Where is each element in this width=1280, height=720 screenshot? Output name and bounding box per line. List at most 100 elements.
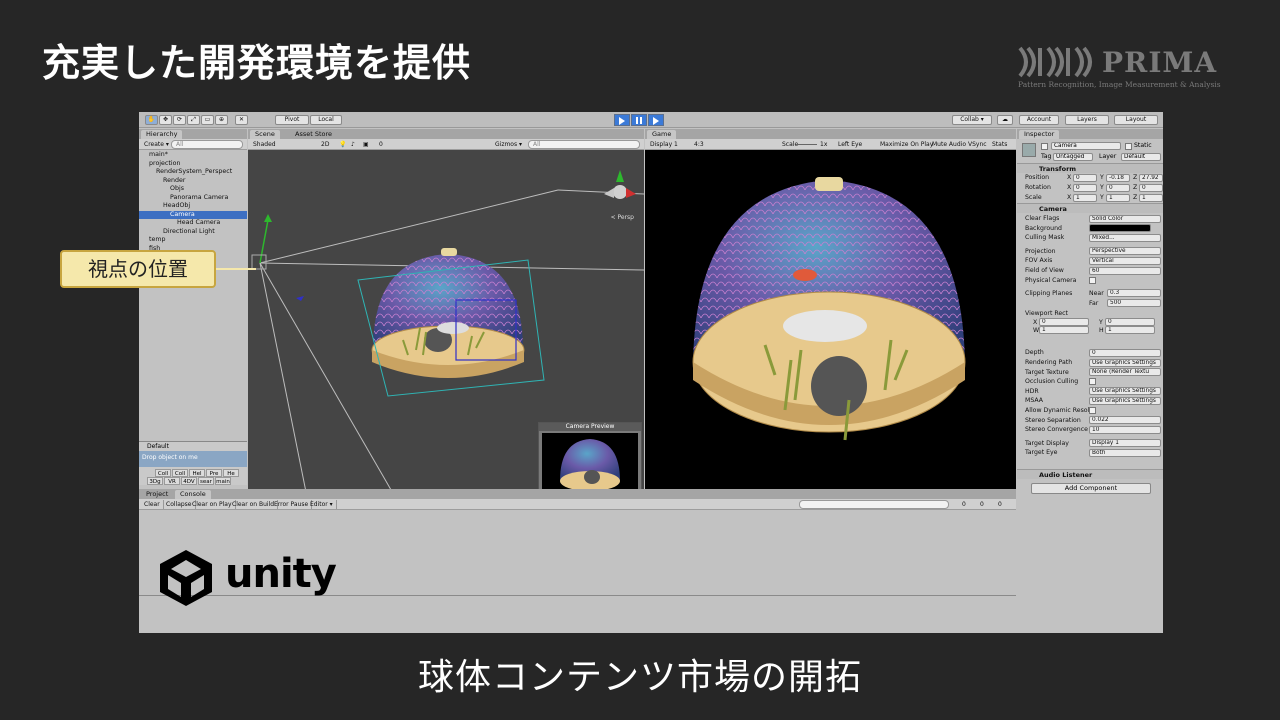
transform-x-field[interactable]: 0	[1073, 183, 1097, 192]
mute-audio-toggle[interactable]: Mute Audio	[929, 140, 969, 149]
layout-preset-button[interactable]: 4DV	[181, 477, 197, 485]
viewport-x-field[interactable]: 0	[1039, 317, 1089, 326]
aspect-dropdown[interactable]: 4:3	[691, 140, 707, 149]
console-button[interactable]: Clear	[141, 500, 164, 509]
layout-preset-button[interactable]: Coll	[172, 469, 188, 477]
tab-game[interactable]: Game	[647, 130, 677, 139]
far-clip-field[interactable]: 500	[1107, 299, 1161, 308]
console-count[interactable]: 0	[977, 500, 987, 509]
camera-property-value[interactable]: Display 1	[1089, 439, 1161, 448]
camera-property-value[interactable]: 60	[1089, 266, 1161, 275]
camera-property-value[interactable]: None (Render Textu	[1089, 368, 1161, 377]
hierarchy-item[interactable]: RenderSystem_Perspect	[139, 168, 247, 177]
layout-preset-button[interactable]: main	[215, 477, 231, 485]
custom-tool-button[interactable]: ✕	[235, 115, 248, 125]
transform-tool-button[interactable]: ⊕	[215, 115, 228, 125]
console-count[interactable]: 0	[995, 500, 1005, 509]
camera-property-value[interactable]: Mixed...	[1089, 233, 1161, 242]
scale-tool-button[interactable]: ⤢	[187, 115, 200, 125]
property-checkbox[interactable]	[1089, 407, 1096, 414]
collab-dropdown[interactable]: Collab ▾	[952, 115, 992, 125]
hierarchy-item[interactable]: projection	[139, 160, 247, 169]
camera-property-value[interactable]: 0.022	[1089, 416, 1161, 425]
static-checkbox[interactable]	[1125, 143, 1132, 150]
pause-button[interactable]	[631, 114, 647, 126]
hand-tool-button[interactable]: ✋	[145, 115, 158, 125]
create-dropdown[interactable]: Create ▾	[141, 140, 172, 149]
hierarchy-item[interactable]: HeadObj	[139, 202, 247, 211]
background-color-swatch[interactable]	[1089, 224, 1151, 233]
game-viewport[interactable]	[645, 150, 1016, 502]
tab-console[interactable]: Console	[175, 490, 211, 499]
hidden-objects-count[interactable]: 0	[376, 140, 386, 149]
camera-property-value[interactable]: Perspective	[1089, 247, 1161, 256]
camera-property-value[interactable]: Both	[1089, 448, 1161, 457]
audio-listener-header[interactable]: Audio Listener	[1017, 469, 1163, 479]
transform-x-field[interactable]: 0	[1073, 173, 1097, 182]
move-tool-button[interactable]: ✥	[159, 115, 172, 125]
scene-gizmo[interactable]	[604, 170, 636, 199]
eye-dropdown[interactable]: Left Eye	[835, 140, 865, 149]
transform-x-field[interactable]: 1	[1073, 193, 1097, 202]
property-checkbox[interactable]	[1089, 276, 1096, 284]
pivot-toggle-button[interactable]: Pivot	[275, 115, 309, 125]
console-search-input[interactable]	[799, 500, 949, 509]
play-button[interactable]	[614, 114, 630, 126]
maximize-on-play-toggle[interactable]: Maximize On Play	[877, 140, 936, 149]
layout-preset-button[interactable]: Hel	[189, 469, 205, 477]
layout-preset-button[interactable]: He	[223, 469, 239, 477]
gizmos-dropdown[interactable]: Gizmos ▾	[492, 140, 525, 149]
camera-property-value[interactable]: Vertical	[1089, 256, 1161, 265]
transform-z-field[interactable]: 27.92	[1139, 173, 1163, 182]
camera-header[interactable]: Camera	[1017, 203, 1163, 213]
hierarchy-item[interactable]: Objs	[139, 185, 247, 194]
transform-header[interactable]: Transform	[1017, 163, 1163, 173]
vsync-toggle[interactable]: VSync	[965, 140, 990, 149]
camera-property-value[interactable]: Solid Color	[1089, 214, 1161, 223]
layer-dropdown[interactable]: Default	[1121, 153, 1161, 161]
layout-preset-button[interactable]: VR	[164, 477, 180, 485]
display-dropdown[interactable]: Display 1	[647, 140, 681, 149]
property-checkbox[interactable]	[1089, 378, 1096, 386]
tab-hierarchy[interactable]: Hierarchy	[141, 130, 183, 139]
perspective-label[interactable]: < Persp	[611, 214, 634, 221]
layout-preset-button[interactable]: sear	[198, 477, 214, 485]
hierarchy-item[interactable]: temp	[139, 236, 247, 245]
add-component-button[interactable]: Add Component	[1031, 483, 1151, 494]
step-button[interactable]	[648, 114, 664, 126]
hierarchy-item[interactable]: main*	[139, 151, 247, 160]
transform-y-field[interactable]: 1	[1106, 193, 1130, 202]
layout-dropdown[interactable]: Layout	[1114, 115, 1158, 125]
2d-toggle[interactable]: 2D	[318, 140, 332, 149]
viewport-h-field[interactable]: 1	[1105, 325, 1155, 334]
console-count[interactable]: 0	[959, 500, 969, 509]
viewport-y-field[interactable]: 0	[1105, 317, 1155, 326]
console-button[interactable]: Error Pause	[271, 500, 313, 509]
tab-scene[interactable]: Scene	[250, 130, 280, 139]
rotate-tool-button[interactable]: ⟳	[173, 115, 186, 125]
scene-search-input[interactable]: All	[528, 140, 640, 149]
tab-inspector[interactable]: Inspector	[1019, 130, 1060, 139]
tag-dropdown[interactable]: Untagged	[1053, 153, 1093, 161]
transform-y-field[interactable]: 0	[1106, 183, 1130, 192]
viewport-w-field[interactable]: 1	[1039, 325, 1089, 334]
local-toggle-button[interactable]: Local	[310, 115, 342, 125]
hierarchy-item[interactable]: Directional Light	[139, 228, 247, 237]
hierarchy-item[interactable]: Render	[139, 177, 247, 186]
scale-slider[interactable]	[797, 144, 817, 145]
tab-project[interactable]: Project	[141, 490, 173, 499]
hierarchy-item[interactable]: Head Camera	[139, 219, 247, 228]
console-button[interactable]: Editor ▾	[307, 500, 337, 509]
camera-property-value[interactable]: Use Graphics Settings	[1089, 396, 1161, 405]
layers-dropdown[interactable]: Layers	[1065, 115, 1109, 125]
effects-dropdown-icon[interactable]: ▣	[360, 140, 372, 149]
hierarchy-search-input[interactable]: All	[171, 140, 243, 149]
transform-y-field[interactable]: -0.18	[1106, 173, 1130, 182]
cloud-button[interactable]: ☁	[997, 115, 1013, 125]
transform-z-field[interactable]: 1	[1139, 193, 1163, 202]
account-dropdown[interactable]: Account	[1019, 115, 1059, 125]
camera-property-value[interactable]: 10	[1089, 425, 1161, 434]
layout-preset-button[interactable]: Coll	[155, 469, 171, 477]
shading-mode-dropdown[interactable]: Shaded	[250, 140, 314, 149]
object-name-field[interactable]: Camera	[1051, 142, 1121, 150]
